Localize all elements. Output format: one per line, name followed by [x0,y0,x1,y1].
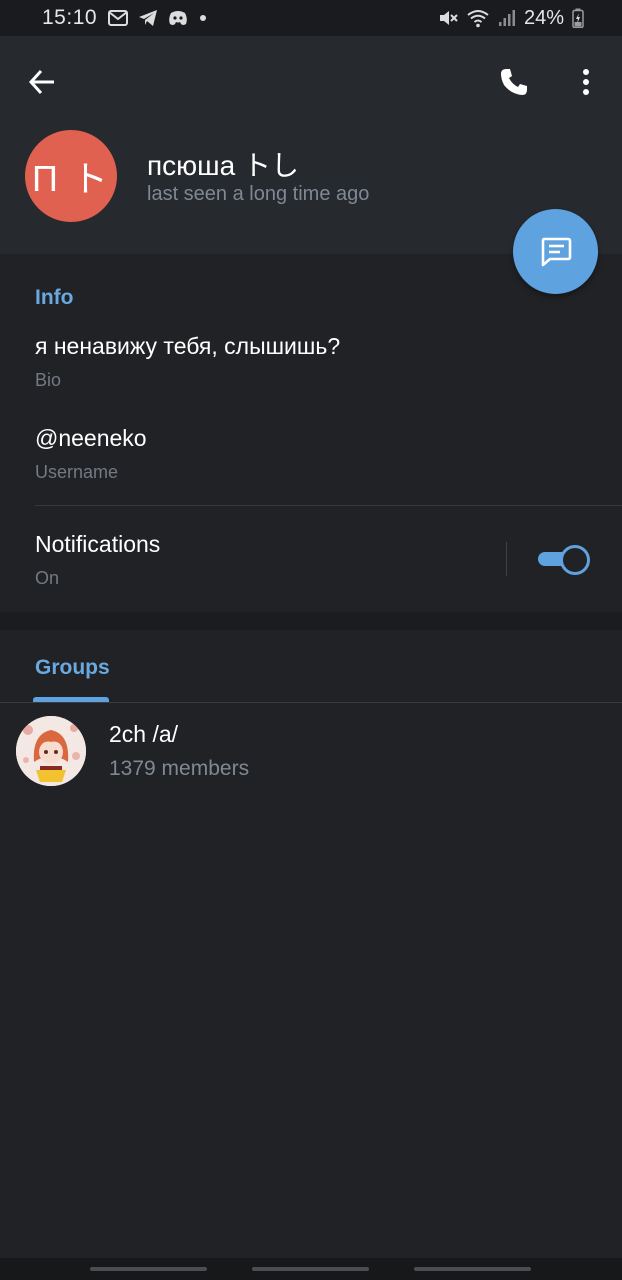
profile-name: псюша トし [147,150,299,181]
info-section: Info я ненавижу тебя, слышишь? Bio @neen… [0,254,622,612]
tab-divider [0,702,622,703]
notifications-toggle[interactable] [538,543,590,575]
status-time: 15:10 [42,6,98,29]
avatar-initials: П ト [32,158,110,199]
toggle-thumb [560,545,590,575]
nav-back-button[interactable] [414,1267,531,1271]
profile-screen: 15:10 24% П ト псюша トし last seen a long … [0,0,622,1280]
group-members: 1379 members [109,757,250,780]
notification-icons [108,8,208,28]
last-seen-status: last seen a long time ago [147,183,370,205]
telegram-icon [139,10,157,26]
section-gap [0,612,622,630]
send-message-button[interactable] [513,209,598,294]
nav-recents-button[interactable] [90,1267,207,1271]
group-avatar [16,716,86,786]
call-button[interactable] [492,60,536,104]
bio-label: Bio [35,370,62,390]
message-icon [541,237,571,266]
battery-percent: 24% [523,6,564,29]
groups-section: Groups 2ch /a/ 1379 members [0,630,622,1260]
signal-icon [498,10,515,26]
notifications-separator [506,542,507,576]
info-section-title: Info [35,286,74,309]
gmail-icon [108,10,128,26]
dot-icon [200,15,206,21]
system-icons: 24% [438,6,584,30]
tab-groups[interactable]: Groups [35,656,110,680]
username-label: Username [35,462,119,482]
list-item[interactable]: 2ch /a/ 1379 members [0,714,622,790]
system-nav-bar [0,1258,622,1280]
username-value: @neeneko [35,425,147,451]
battery-icon [572,8,584,28]
nav-home-button[interactable] [252,1267,369,1271]
discord-icon [169,11,187,25]
mute-icon [439,11,458,25]
arrow-left-icon [28,69,54,95]
group-name: 2ch /a/ [109,721,179,747]
notifications-label: Notifications [35,531,161,557]
back-button[interactable] [22,62,62,102]
more-options-button[interactable] [566,60,606,104]
notifications-state: On [35,568,60,588]
more-vertical-icon [583,69,589,95]
divider [35,505,622,506]
wifi-icon [467,10,489,28]
bio-value: я ненавижу тебя, слышишь? [35,333,341,359]
avatar[interactable]: П ト [25,130,117,222]
phone-icon [501,69,527,95]
status-bar: 15:10 24% [0,0,622,36]
